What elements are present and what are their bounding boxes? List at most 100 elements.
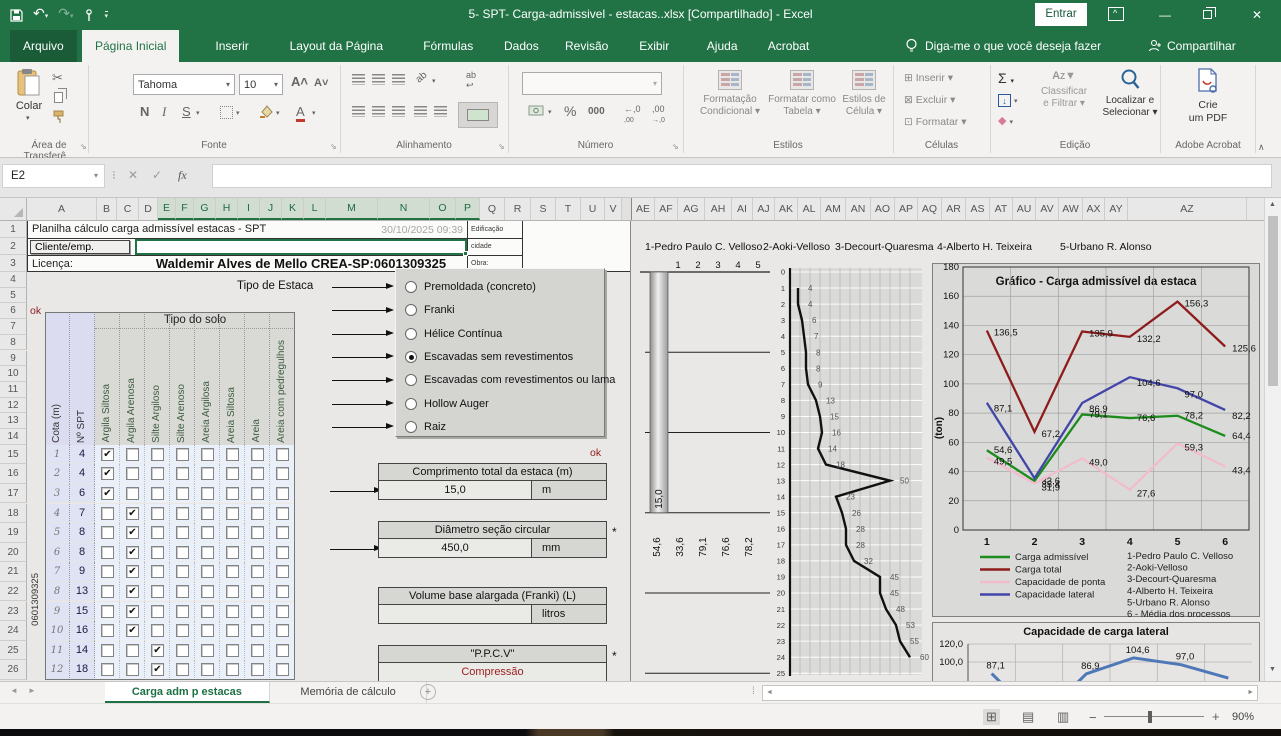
soil-checkbox-3-4[interactable] bbox=[201, 507, 214, 520]
row-header-21[interactable]: 21 bbox=[0, 562, 27, 582]
cells-excluir-button[interactable]: ⊠ Excluir ▾ bbox=[904, 94, 955, 106]
fill-color-dropdown-icon[interactable]: ▾ bbox=[276, 109, 280, 117]
vertical-scrollbar[interactable]: ▲ ▼ bbox=[1264, 198, 1281, 681]
soil-checkbox-3-3[interactable] bbox=[176, 507, 189, 520]
soil-checkbox-7-6[interactable] bbox=[251, 585, 264, 598]
soil-checkbox-3-6[interactable] bbox=[251, 507, 264, 520]
copy-icon[interactable] bbox=[54, 92, 63, 103]
zoom-slider-thumb[interactable] bbox=[1148, 711, 1152, 723]
soil-checkbox-7-5[interactable] bbox=[226, 585, 239, 598]
soil-checkbox-4-3[interactable] bbox=[176, 526, 189, 539]
col-header-AR[interactable]: AR bbox=[942, 198, 966, 220]
enter-icon[interactable]: ✓ bbox=[152, 168, 162, 182]
row-header-19[interactable]: 19 bbox=[0, 523, 27, 543]
col-header-A[interactable]: A bbox=[27, 198, 97, 220]
splitter-dots[interactable]: ⁞ bbox=[752, 686, 755, 697]
soil-checkbox-3-5[interactable] bbox=[226, 507, 239, 520]
row-header-9[interactable]: 9 bbox=[0, 351, 27, 367]
row-header-11[interactable]: 11 bbox=[0, 382, 27, 398]
soil-checkbox-2-5[interactable] bbox=[226, 487, 239, 500]
soil-checkbox-8-3[interactable] bbox=[176, 605, 189, 618]
align-right-icon[interactable] bbox=[392, 106, 405, 117]
format-as-table-button[interactable]: Formatar comoTabela ▾ bbox=[766, 70, 838, 118]
insert-function-icon[interactable]: fx bbox=[178, 168, 187, 183]
soil-checkbox-10-6[interactable] bbox=[251, 644, 264, 657]
col-header-B[interactable]: B bbox=[97, 198, 117, 220]
row-header-20[interactable]: 20 bbox=[0, 543, 27, 563]
col-header-AZ[interactable]: AZ bbox=[1128, 198, 1247, 220]
row-header-8[interactable]: 8 bbox=[0, 335, 27, 351]
add-sheet-icon[interactable]: + bbox=[420, 684, 436, 700]
col-header-AI[interactable]: AI bbox=[732, 198, 753, 220]
row-header-13[interactable]: 13 bbox=[0, 413, 27, 429]
row-header-2[interactable]: 2 bbox=[0, 238, 27, 255]
soil-checkbox-5-0[interactable] bbox=[101, 546, 114, 559]
format-painter-icon[interactable] bbox=[52, 110, 66, 124]
orientation-icon[interactable]: ab bbox=[414, 70, 430, 86]
soil-checkbox-0-7[interactable] bbox=[276, 448, 289, 461]
soil-checkbox-1-1[interactable] bbox=[126, 467, 139, 480]
soil-checkbox-6-7[interactable] bbox=[276, 565, 289, 578]
col-header-K[interactable]: K bbox=[282, 198, 304, 220]
soil-checkbox-1-2[interactable] bbox=[151, 467, 164, 480]
col-header-AY[interactable]: AY bbox=[1105, 198, 1128, 220]
soil-checkbox-2-2[interactable] bbox=[151, 487, 164, 500]
increase-font-icon[interactable]: A˄ bbox=[291, 74, 308, 89]
row-header-17[interactable]: 17 bbox=[0, 484, 27, 504]
soil-checkbox-2-4[interactable] bbox=[201, 487, 214, 500]
borders-icon[interactable] bbox=[220, 106, 233, 119]
soil-checkbox-11-3[interactable] bbox=[176, 663, 189, 676]
name-box[interactable]: E2▾ bbox=[2, 164, 105, 188]
fill-color-icon[interactable] bbox=[258, 104, 274, 119]
soil-checkbox-0-2[interactable] bbox=[151, 448, 164, 461]
row-header-26[interactable]: 26 bbox=[0, 660, 27, 680]
soil-checkbox-2-3[interactable] bbox=[176, 487, 189, 500]
soil-checkbox-10-1[interactable] bbox=[126, 644, 139, 657]
soil-checkbox-0-1[interactable] bbox=[126, 448, 139, 461]
soil-checkbox-9-6[interactable] bbox=[251, 624, 264, 637]
row-header-1[interactable]: 1 bbox=[0, 221, 27, 238]
soil-checkbox-5-4[interactable] bbox=[201, 546, 214, 559]
col-header-S[interactable]: S bbox=[531, 198, 556, 220]
wrap-text-icon[interactable]: ab↩ bbox=[466, 70, 476, 91]
find-select-button[interactable]: Localizar eSelecionar ▾ bbox=[1096, 68, 1164, 119]
col-header-N[interactable]: N bbox=[378, 198, 430, 220]
soil-checkbox-11-1[interactable] bbox=[126, 663, 139, 676]
align-top-icon[interactable] bbox=[352, 74, 365, 85]
soil-checkbox-10-7[interactable] bbox=[276, 644, 289, 657]
bold-button[interactable]: N bbox=[140, 104, 149, 119]
soil-checkbox-5-2[interactable] bbox=[151, 546, 164, 559]
soil-checkbox-8-6[interactable] bbox=[251, 605, 264, 618]
col-header-H[interactable]: H bbox=[216, 198, 238, 220]
zoom-level[interactable]: 90% bbox=[1232, 711, 1254, 723]
soil-checkbox-2-6[interactable] bbox=[251, 487, 264, 500]
horizontal-scrollbar[interactable]: ◄ ► bbox=[762, 685, 1258, 701]
soil-checkbox-8-4[interactable] bbox=[201, 605, 214, 618]
row-header-6[interactable]: 6 bbox=[0, 303, 27, 319]
accounting-format-icon[interactable] bbox=[528, 104, 546, 118]
soil-checkbox-6-2[interactable] bbox=[151, 565, 164, 578]
soil-checkbox-1-0[interactable]: ✔ bbox=[101, 467, 114, 480]
scroll-up-icon[interactable]: ▲ bbox=[1269, 201, 1276, 208]
cancel-icon[interactable]: ✕ bbox=[128, 168, 138, 182]
soil-checkbox-6-0[interactable] bbox=[101, 565, 114, 578]
radio-raiz[interactable] bbox=[405, 421, 417, 433]
col-header-J[interactable]: J bbox=[260, 198, 282, 220]
number-format-select[interactable]: ▾ bbox=[522, 72, 662, 95]
increase-decimal-icon[interactable]: ←,0,00 bbox=[624, 104, 641, 124]
restore-button[interactable] bbox=[1190, 0, 1224, 30]
name-box-dropdown-icon[interactable]: ▾ bbox=[94, 165, 98, 187]
cells-inserir-button[interactable]: ⊞ Inserir ▾ bbox=[904, 72, 953, 84]
font-dialog-launcher-icon[interactable]: ⇘ bbox=[330, 142, 337, 151]
soil-checkbox-2-0[interactable]: ✔ bbox=[101, 487, 114, 500]
soil-checkbox-1-4[interactable] bbox=[201, 467, 214, 480]
row-header-14[interactable]: 14 bbox=[0, 429, 27, 445]
percent-style-icon[interactable]: % bbox=[564, 103, 576, 119]
col-header-M[interactable]: M bbox=[326, 198, 378, 220]
page-layout-view-icon[interactable]: ▤ bbox=[1022, 709, 1034, 725]
sheet-nav-next-icon[interactable]: ► bbox=[28, 686, 36, 695]
soil-checkbox-1-5[interactable] bbox=[226, 467, 239, 480]
tab-layout-da-p-gina[interactable]: Layout da Página bbox=[277, 30, 396, 62]
soil-checkbox-0-4[interactable] bbox=[201, 448, 214, 461]
col-header-AH[interactable]: AH bbox=[705, 198, 732, 220]
